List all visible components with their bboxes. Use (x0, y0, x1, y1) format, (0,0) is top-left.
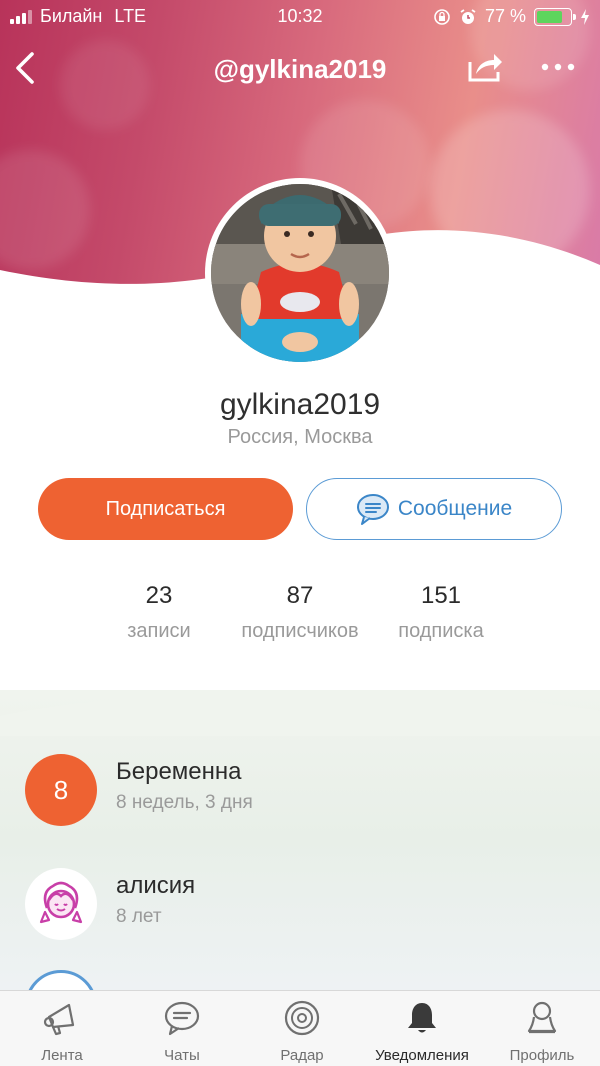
girl-avatar-icon (25, 868, 97, 940)
stat-following-label: подписка (398, 620, 484, 642)
pregnancy-week-badge: 8 (25, 754, 97, 826)
avatar[interactable] (205, 178, 395, 368)
subscribe-button-label: Подписаться (105, 497, 226, 520)
tab-radar-label: Радар (280, 1047, 324, 1064)
stat-following-count: 151 (420, 582, 462, 609)
page-title: @gylkina2019 (213, 54, 387, 84)
stat-following[interactable]: 151 подписка (381, 582, 501, 643)
child-name: алисия (116, 872, 196, 899)
charging-icon (581, 8, 589, 25)
pregnancy-title: Беременна (116, 758, 242, 785)
chat-icon (164, 1001, 200, 1036)
avatar-photo (211, 184, 389, 362)
stat-followers-label: подписчиков (241, 620, 359, 642)
list-item-partial[interactable] (25, 970, 585, 990)
stat-posts-label: записи (127, 620, 191, 642)
battery-icon (534, 7, 576, 26)
profile-location: Россия, Москва (227, 426, 373, 448)
more-options-icon[interactable] (540, 52, 576, 82)
tab-chats-label: Чаты (164, 1047, 200, 1064)
tab-feed-label: Лента (41, 1047, 83, 1064)
section-wave (0, 690, 600, 736)
partial-avatar-icon (25, 970, 97, 990)
status-bar: Билайн LTE 10:32 77 % (0, 0, 600, 34)
profile-icon (527, 1001, 557, 1034)
tab-profile-label: Профиль (509, 1047, 575, 1064)
pregnancy-duration: 8 недель, 3 дня (116, 792, 253, 813)
share-icon[interactable] (466, 48, 504, 84)
stat-posts[interactable]: 23 записи (104, 582, 214, 643)
child-age: 8 лет (116, 906, 162, 927)
stat-followers[interactable]: 87 подписчиков (225, 582, 375, 643)
message-button[interactable]: Сообщение (306, 478, 562, 540)
profile-username: gylkina2019 (219, 388, 381, 421)
stat-followers-count: 87 (286, 582, 314, 609)
list-item-pregnancy[interactable]: 8 Беременна 8 недель, 3 дня (25, 754, 585, 826)
tab-notifications-label: Уведомления (375, 1047, 469, 1064)
radar-icon (284, 1000, 320, 1036)
message-button-label: Сообщение (397, 497, 513, 520)
rotation-lock-icon (434, 8, 450, 25)
tab-chats[interactable]: Чаты (122, 991, 242, 1066)
nav-bar: @gylkina2019 (0, 44, 600, 94)
message-bubble-icon (356, 494, 389, 525)
list-item-child[interactable]: алисия 8 лет (25, 868, 585, 940)
tab-bar: Лента Чаты Радар Уведомления Профиль (0, 990, 600, 1066)
tab-feed[interactable]: Лента (2, 991, 122, 1066)
subscribe-button[interactable]: Подписаться (38, 478, 293, 540)
tab-notifications[interactable]: Уведомления (362, 991, 482, 1066)
stat-posts-count: 23 (145, 582, 173, 609)
pregnancy-week-number: 8 (53, 774, 69, 805)
tab-radar[interactable]: Радар (242, 991, 362, 1066)
tab-profile[interactable]: Профиль (482, 991, 600, 1066)
bell-icon (408, 1003, 436, 1033)
megaphone-icon (43, 1003, 75, 1036)
battery-percent: 77 % (484, 6, 526, 26)
alarm-icon (460, 8, 476, 24)
